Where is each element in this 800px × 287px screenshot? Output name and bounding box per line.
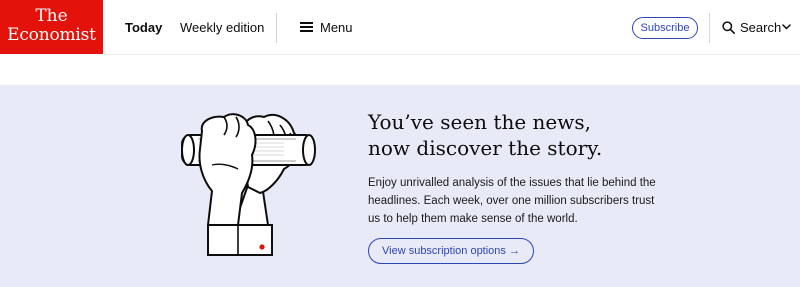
economist-logo[interactable]: The Economist [0,0,103,54]
header-border [103,54,800,55]
promo-headline: You’ve seen the news, now discover the s… [368,109,728,161]
nav-divider [276,13,277,43]
logo-line-2: Economist [7,25,96,45]
search-icon [722,21,735,34]
subscription-promo: You’ve seen the news, now discover the s… [0,85,800,287]
nav-today-link[interactable]: Today [125,20,162,36]
site-header: The Economist Today Weekly edition Menu … [0,0,800,56]
logo-line-1: The [35,6,68,26]
chevron-down-icon [782,24,791,30]
search-button[interactable]: Search [722,18,792,38]
view-subscription-options-button[interactable]: View subscription options → [368,238,534,264]
search-label: Search [740,20,782,35]
hamburger-icon [300,22,313,32]
promo-body-text: Enjoy unrivalled analysis of the issues … [368,177,656,225]
promo-headline-line-2: now discover the story. [368,136,603,160]
promo-headline-line-1: You’ve seen the news, [368,110,591,134]
menu-label: Menu [320,20,353,35]
subscribe-button[interactable]: Subscribe [632,17,698,39]
hands-holding-newspaper-illustration [181,113,316,256]
nav-weekly-edition-link[interactable]: Weekly edition [180,20,264,36]
actions-divider [709,13,710,43]
